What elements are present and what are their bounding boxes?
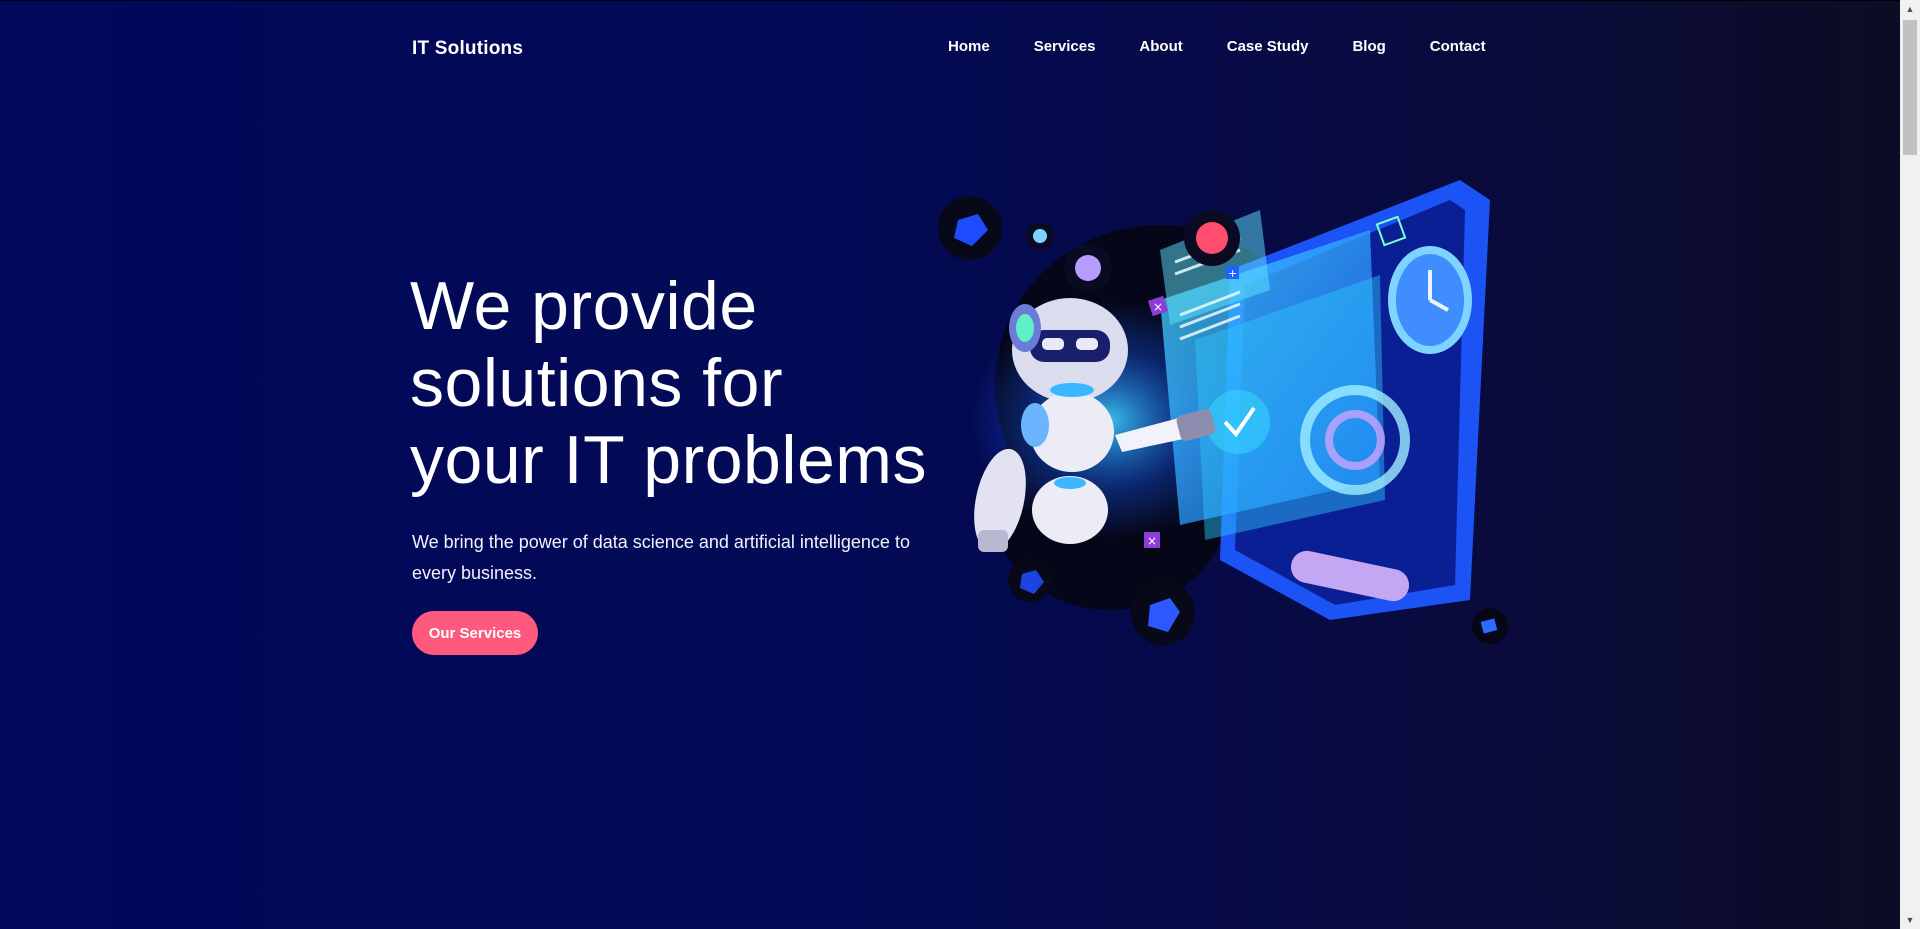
robot-with-dashboard-illustration: × × + xyxy=(938,180,1508,645)
scroll-up-icon[interactable]: ▲ xyxy=(1900,0,1920,18)
main-nav: Home Services About Case Study Blog Cont… xyxy=(948,38,1486,55)
nav-services[interactable]: Services xyxy=(1034,38,1096,55)
scroll-down-icon[interactable]: ▼ xyxy=(1900,911,1920,929)
nav-blog[interactable]: Blog xyxy=(1352,38,1385,55)
our-services-button[interactable]: Our Services xyxy=(412,611,538,655)
hero-subtitle: We bring the power of data science and a… xyxy=(412,532,910,583)
svg-text:×: × xyxy=(1147,534,1157,548)
nav-home[interactable]: Home xyxy=(948,38,990,55)
nav-about[interactable]: About xyxy=(1139,38,1182,55)
nav-contact[interactable]: Contact xyxy=(1430,38,1486,55)
brand-logo[interactable]: IT Solutions xyxy=(412,38,523,60)
svg-text:+: + xyxy=(1228,267,1237,280)
nav-case-study[interactable]: Case Study xyxy=(1227,38,1309,55)
hero-title: We provide solutions for your IT problem… xyxy=(410,268,927,498)
check-icon xyxy=(1206,390,1270,454)
svg-text:×: × xyxy=(1153,300,1163,314)
scrollbar-thumb[interactable] xyxy=(1903,20,1917,155)
page-scrollbar[interactable]: ▲ ▼ xyxy=(1900,0,1920,929)
navbar: IT Solutions Home Services About Case St… xyxy=(0,0,1900,100)
